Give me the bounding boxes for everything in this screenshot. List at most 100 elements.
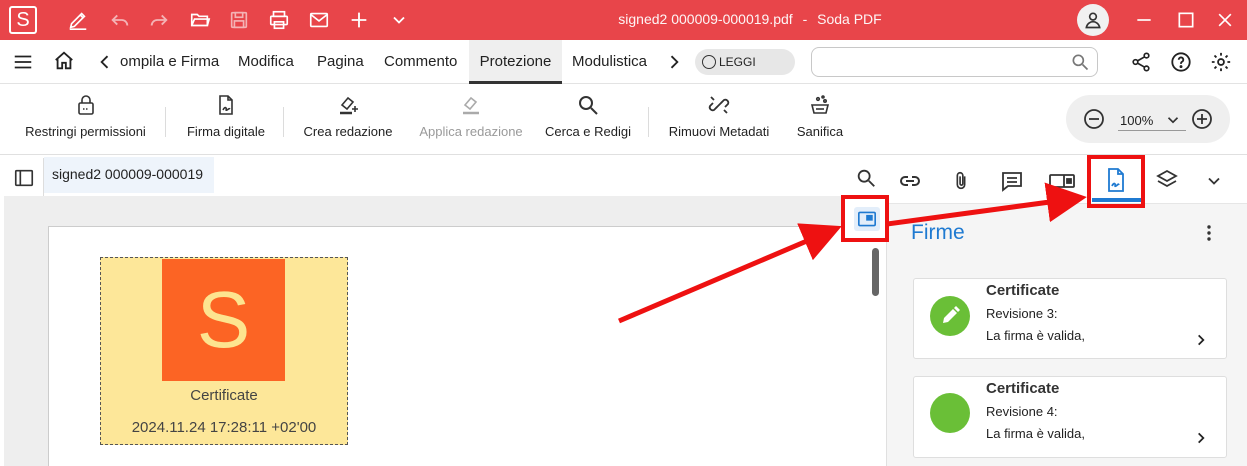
- apply-redaction-label: Applica redazione: [419, 124, 523, 139]
- more-tabs-chevron-icon[interactable]: [1204, 171, 1224, 191]
- restrict-permissions-label: Restringi permissioni: [25, 124, 146, 139]
- redo-icon[interactable]: [147, 8, 171, 32]
- add-icon[interactable]: [347, 8, 371, 32]
- scrollbar-thumb[interactable]: [872, 248, 879, 296]
- close-icon[interactable]: [1213, 8, 1237, 32]
- attachment-icon[interactable]: [950, 169, 972, 193]
- tab-commento[interactable]: Commento: [384, 40, 457, 84]
- print-icon[interactable]: [267, 8, 291, 32]
- sidebar-panel-icon[interactable]: [13, 167, 35, 189]
- read-mode-toggle[interactable]: LEGGI: [695, 49, 795, 75]
- search-input[interactable]: [811, 47, 1098, 77]
- save-icon[interactable]: [227, 8, 251, 32]
- panel-more-icon[interactable]: [1199, 222, 1219, 244]
- find-icon[interactable]: [855, 167, 877, 189]
- app-logo: S: [9, 6, 37, 34]
- search-field[interactable]: [820, 52, 1060, 72]
- tab-pagina[interactable]: Pagina: [317, 40, 364, 84]
- help-icon[interactable]: [1170, 51, 1192, 73]
- tab-modulistica[interactable]: Modulistica: [572, 40, 647, 84]
- menu-bar: ompila e Firma Modifica Pagina Commento …: [0, 40, 1247, 84]
- account-avatar-icon[interactable]: [1077, 4, 1109, 36]
- undo-icon[interactable]: [108, 8, 132, 32]
- annotation-highlight-box: [1087, 155, 1145, 208]
- comments-icon[interactable]: [1000, 169, 1024, 193]
- digital-signature-button[interactable]: Firma digitale: [182, 85, 270, 155]
- signature-signer: Certificate: [986, 380, 1060, 397]
- maximize-icon[interactable]: [1174, 8, 1198, 32]
- pencil-icon: [943, 306, 960, 323]
- sanitize-label: Sanifica: [796, 124, 844, 139]
- open-folder-icon[interactable]: [188, 8, 212, 32]
- apply-redaction-button[interactable]: Applica redazione: [415, 85, 527, 155]
- chevron-down-icon[interactable]: [387, 8, 411, 32]
- title-bar: S signed2 000009-000019.pdf - Soda PDF: [0, 0, 1247, 40]
- sanitize-button[interactable]: Sanifica: [789, 85, 851, 155]
- search-and-redact-label: Cerca e Redigi: [545, 124, 631, 139]
- layers-icon[interactable]: [1155, 168, 1179, 192]
- document-tab[interactable]: signed2 000009-000019: [44, 157, 214, 193]
- digital-signature-label: Firma digitale: [186, 124, 266, 139]
- annotation-highlight-box: [841, 195, 889, 242]
- gear-icon[interactable]: [1210, 51, 1232, 73]
- tab-modifica[interactable]: Modifica: [238, 40, 294, 84]
- document-filename: signed2 000009-000019.pdf: [618, 11, 793, 27]
- sanitize-icon: [808, 93, 832, 117]
- share-icon[interactable]: [1130, 51, 1152, 73]
- read-mode-label: LEGGI: [719, 55, 756, 69]
- lock-icon: [74, 93, 98, 117]
- ribbon-toolbar: Restringi permissioni Firma digitale Cre…: [0, 85, 1247, 155]
- signature-appearance-date: 2024.11.24 17:28:11 +02'00: [131, 419, 317, 436]
- home-icon[interactable]: [53, 50, 75, 72]
- signature-appearance-label: Certificate: [190, 387, 258, 404]
- minimize-icon[interactable]: [1132, 8, 1156, 32]
- create-redaction-label: Crea redazione: [303, 124, 393, 139]
- chevron-right-icon[interactable]: [1194, 431, 1208, 445]
- toggle-radio-icon: [702, 55, 716, 69]
- sign-document-icon: [214, 93, 238, 117]
- form-fields-icon[interactable]: [1048, 169, 1076, 193]
- zoom-dropdown-chevron-icon[interactable]: [1164, 111, 1182, 129]
- signature-card[interactable]: Certificate Revisione 4: La firma è vali…: [913, 376, 1227, 458]
- signature-signer: Certificate: [986, 282, 1060, 299]
- window-title: signed2 000009-000019.pdf - Soda PDF: [560, 11, 940, 27]
- chevron-right-icon[interactable]: [1194, 333, 1208, 347]
- pen-icon[interactable]: [66, 8, 90, 32]
- signature-status-avatar: [930, 393, 970, 433]
- signature-status-avatar: [930, 296, 970, 336]
- restrict-permissions-button[interactable]: Restringi permissioni: [20, 85, 151, 155]
- signature-status: La firma è valida,: [986, 426, 1085, 441]
- search-and-redact-button[interactable]: Cerca e Redigi: [541, 85, 635, 155]
- zoom-out-icon[interactable]: [1082, 107, 1106, 131]
- signature-revision: Revisione 3:: [986, 306, 1058, 321]
- tab-protezione[interactable]: Protezione: [469, 40, 562, 84]
- title-separator: -: [802, 11, 808, 27]
- create-redaction-icon: [336, 93, 360, 117]
- panel-tab-bar: [886, 157, 1247, 204]
- signature-status: La firma è valida,: [986, 328, 1085, 343]
- remove-metadata-icon: [707, 93, 731, 117]
- panel-title: Firme: [911, 221, 965, 244]
- scroll-tabs-right-icon[interactable]: [666, 52, 682, 72]
- create-redaction-button[interactable]: Crea redazione: [300, 85, 396, 155]
- zoom-level[interactable]: 100%: [1120, 113, 1153, 128]
- tab-compila-e-firma[interactable]: ompila e Firma: [120, 40, 219, 84]
- search-icon: [576, 93, 600, 117]
- signature-card[interactable]: Certificate Revisione 3: La firma è vali…: [913, 278, 1227, 359]
- ribbon-divider: [165, 107, 166, 137]
- zoom-underline: [1118, 130, 1186, 131]
- links-icon[interactable]: [898, 169, 922, 193]
- mail-icon[interactable]: [307, 8, 331, 32]
- scroll-tabs-left-icon[interactable]: [97, 52, 113, 72]
- ribbon-divider: [283, 107, 284, 137]
- remove-metadata-label: Rimuovi Metadati: [668, 124, 770, 139]
- apply-redaction-icon: [459, 93, 483, 117]
- zoom-in-icon[interactable]: [1190, 107, 1214, 131]
- signature-revision: Revisione 4:: [986, 404, 1058, 419]
- app-name: Soda PDF: [817, 11, 882, 27]
- remove-metadata-button[interactable]: Rimuovi Metadati: [665, 85, 773, 155]
- search-icon[interactable]: [1070, 52, 1090, 72]
- hamburger-menu-icon[interactable]: [12, 51, 34, 73]
- ribbon-divider: [648, 107, 649, 137]
- signature-logo: S: [162, 259, 285, 381]
